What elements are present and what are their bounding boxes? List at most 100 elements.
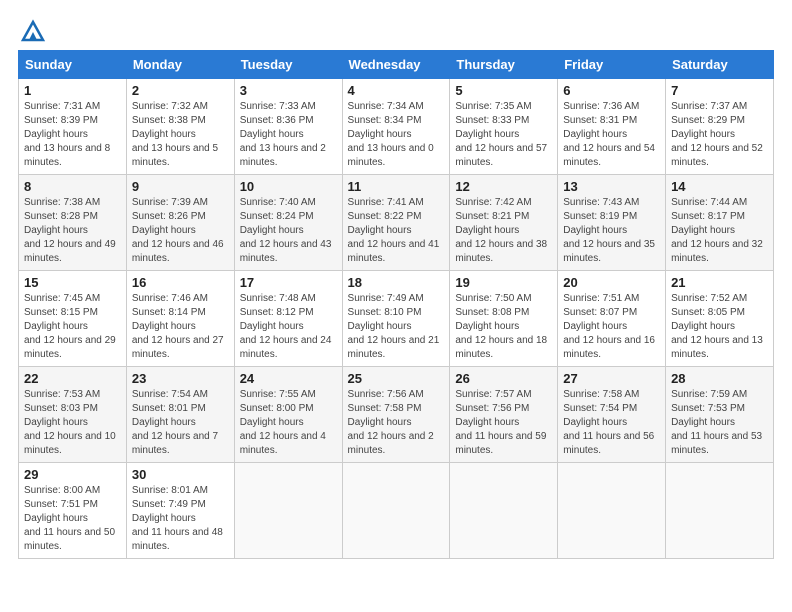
day-info: Sunrise: 7:42 AMSunset: 8:21 PMDaylight …	[455, 196, 552, 266]
day-cell: 12Sunrise: 7:42 AMSunset: 8:21 PMDayligh…	[450, 175, 558, 271]
day-cell: 20 Sunrise: 7:51 AMSunset: 8:07 PMDayligh…	[558, 271, 666, 367]
day-cell: 6 Sunrise: 7:36 AMSunset: 8:31 PMDaylight…	[558, 79, 666, 175]
day-number: 3	[240, 83, 337, 98]
day-info: Sunrise: 7:32 AMSunset: 8:38 PMDaylight …	[132, 100, 229, 170]
day-number: 2	[132, 83, 229, 98]
day-number: 1	[24, 83, 121, 98]
day-cell: 10 Sunrise: 7:40 AMSunset: 8:24 PMDayligh…	[234, 175, 342, 271]
day-cell: 24 Sunrise: 7:55 AMSunset: 8:00 PMDayligh…	[234, 367, 342, 463]
day-info: Sunrise: 7:56 AMSunset: 7:58 PMDaylight …	[348, 388, 445, 458]
empty-cell	[342, 463, 450, 559]
day-number: 26	[455, 371, 552, 386]
header-row: Sunday Monday Tuesday Wednesday Thursday…	[19, 51, 774, 79]
day-cell: 3Sunrise: 7:33 AMSunset: 8:36 PMDaylight…	[234, 79, 342, 175]
day-number: 16	[132, 275, 229, 290]
day-cell: 16 Sunrise: 7:46 AMSunset: 8:14 PMDayligh…	[126, 271, 234, 367]
day-info: Sunrise: 7:58 AMSunset: 7:54 PMDaylight …	[563, 388, 660, 458]
day-cell: 7 Sunrise: 7:37 AMSunset: 8:29 PMDaylight…	[666, 79, 774, 175]
page: Sunday Monday Tuesday Wednesday Thursday…	[0, 0, 792, 612]
day-cell: 11 Sunrise: 7:41 AMSunset: 8:22 PMDayligh…	[342, 175, 450, 271]
day-cell: 29 Sunrise: 8:00 AMSunset: 7:51 PMDayligh…	[19, 463, 127, 559]
day-cell: 17 Sunrise: 7:48 AMSunset: 8:12 PMDayligh…	[234, 271, 342, 367]
calendar-week: 8 Sunrise: 7:38 AMSunset: 8:28 PMDaylight…	[19, 175, 774, 271]
col-friday: Friday	[558, 51, 666, 79]
day-number: 21	[671, 275, 768, 290]
day-number: 6	[563, 83, 660, 98]
day-cell: 9 Sunrise: 7:39 AMSunset: 8:26 PMDaylight…	[126, 175, 234, 271]
col-tuesday: Tuesday	[234, 51, 342, 79]
day-cell: 5 Sunrise: 7:35 AMSunset: 8:33 PMDaylight…	[450, 79, 558, 175]
day-info: Sunrise: 7:37 AMSunset: 8:29 PMDaylight …	[671, 100, 768, 170]
day-number: 27	[563, 371, 660, 386]
calendar-week: 1 Sunrise: 7:31 AMSunset: 8:39 PMDaylight…	[19, 79, 774, 175]
day-cell: 1 Sunrise: 7:31 AMSunset: 8:39 PMDaylight…	[19, 79, 127, 175]
day-info: Sunrise: 7:31 AMSunset: 8:39 PMDaylight …	[24, 100, 121, 170]
day-info: Sunrise: 7:41 AMSunset: 8:22 PMDaylight …	[348, 196, 445, 266]
col-saturday: Saturday	[666, 51, 774, 79]
day-number: 13	[563, 179, 660, 194]
col-wednesday: Wednesday	[342, 51, 450, 79]
day-cell: 8 Sunrise: 7:38 AMSunset: 8:28 PMDaylight…	[19, 175, 127, 271]
day-info: Sunrise: 8:01 AMSunset: 7:49 PMDaylight …	[132, 484, 229, 554]
day-info: Sunrise: 7:39 AMSunset: 8:26 PMDaylight …	[132, 196, 229, 266]
day-number: 20	[563, 275, 660, 290]
day-info: Sunrise: 7:38 AMSunset: 8:28 PMDaylight …	[24, 196, 121, 266]
day-info: Sunrise: 7:45 AMSunset: 8:15 PMDaylight …	[24, 292, 121, 362]
day-number: 17	[240, 275, 337, 290]
day-info: Sunrise: 7:36 AMSunset: 8:31 PMDaylight …	[563, 100, 660, 170]
day-cell: 2 Sunrise: 7:32 AMSunset: 8:38 PMDaylight…	[126, 79, 234, 175]
day-cell: 27 Sunrise: 7:58 AMSunset: 7:54 PMDayligh…	[558, 367, 666, 463]
calendar-week: 29 Sunrise: 8:00 AMSunset: 7:51 PMDayligh…	[19, 463, 774, 559]
day-info: Sunrise: 7:54 AMSunset: 8:01 PMDaylight …	[132, 388, 229, 458]
day-number: 7	[671, 83, 768, 98]
day-number: 5	[455, 83, 552, 98]
day-number: 24	[240, 371, 337, 386]
day-number: 15	[24, 275, 121, 290]
empty-cell	[234, 463, 342, 559]
calendar-body: 1 Sunrise: 7:31 AMSunset: 8:39 PMDaylight…	[19, 79, 774, 559]
day-number: 8	[24, 179, 121, 194]
day-number: 14	[671, 179, 768, 194]
day-cell: 19Sunrise: 7:50 AMSunset: 8:08 PMDayligh…	[450, 271, 558, 367]
logo-icon	[19, 18, 47, 44]
day-number: 18	[348, 275, 445, 290]
day-info: Sunrise: 7:34 AMSunset: 8:34 PMDaylight …	[348, 100, 445, 170]
day-info: Sunrise: 7:48 AMSunset: 8:12 PMDaylight …	[240, 292, 337, 362]
day-number: 30	[132, 467, 229, 482]
day-info: Sunrise: 7:49 AMSunset: 8:10 PMDaylight …	[348, 292, 445, 362]
calendar-week: 15 Sunrise: 7:45 AMSunset: 8:15 PMDayligh…	[19, 271, 774, 367]
day-number: 28	[671, 371, 768, 386]
day-cell: 26Sunrise: 7:57 AMSunset: 7:56 PMDayligh…	[450, 367, 558, 463]
col-sunday: Sunday	[19, 51, 127, 79]
day-cell: 21 Sunrise: 7:52 AMSunset: 8:05 PMDayligh…	[666, 271, 774, 367]
day-cell: 15 Sunrise: 7:45 AMSunset: 8:15 PMDayligh…	[19, 271, 127, 367]
day-cell: 30 Sunrise: 8:01 AMSunset: 7:49 PMDayligh…	[126, 463, 234, 559]
day-number: 29	[24, 467, 121, 482]
day-number: 22	[24, 371, 121, 386]
day-number: 9	[132, 179, 229, 194]
day-cell: 28Sunrise: 7:59 AMSunset: 7:53 PMDayligh…	[666, 367, 774, 463]
day-cell: 18 Sunrise: 7:49 AMSunset: 8:10 PMDayligh…	[342, 271, 450, 367]
day-info: Sunrise: 7:44 AMSunset: 8:17 PMDaylight …	[671, 196, 768, 266]
day-info: Sunrise: 7:55 AMSunset: 8:00 PMDaylight …	[240, 388, 337, 458]
logo-text	[18, 18, 47, 44]
day-info: Sunrise: 8:00 AMSunset: 7:51 PMDaylight …	[24, 484, 121, 554]
day-number: 11	[348, 179, 445, 194]
day-cell: 22 Sunrise: 7:53 AMSunset: 8:03 PMDayligh…	[19, 367, 127, 463]
empty-cell	[558, 463, 666, 559]
col-monday: Monday	[126, 51, 234, 79]
day-number: 10	[240, 179, 337, 194]
day-cell: 25 Sunrise: 7:56 AMSunset: 7:58 PMDayligh…	[342, 367, 450, 463]
day-info: Sunrise: 7:43 AMSunset: 8:19 PMDaylight …	[563, 196, 660, 266]
empty-cell	[450, 463, 558, 559]
day-info: Sunrise: 7:46 AMSunset: 8:14 PMDaylight …	[132, 292, 229, 362]
day-info: Sunrise: 7:52 AMSunset: 8:05 PMDaylight …	[671, 292, 768, 362]
day-number: 23	[132, 371, 229, 386]
day-info: Sunrise: 7:40 AMSunset: 8:24 PMDaylight …	[240, 196, 337, 266]
day-number: 25	[348, 371, 445, 386]
logo	[18, 18, 47, 40]
calendar-week: 22 Sunrise: 7:53 AMSunset: 8:03 PMDayligh…	[19, 367, 774, 463]
day-info: Sunrise: 7:51 AMSunset: 8:07 PMDaylight …	[563, 292, 660, 362]
day-info: Sunrise: 7:53 AMSunset: 8:03 PMDaylight …	[24, 388, 121, 458]
day-info: Sunrise: 7:35 AMSunset: 8:33 PMDaylight …	[455, 100, 552, 170]
